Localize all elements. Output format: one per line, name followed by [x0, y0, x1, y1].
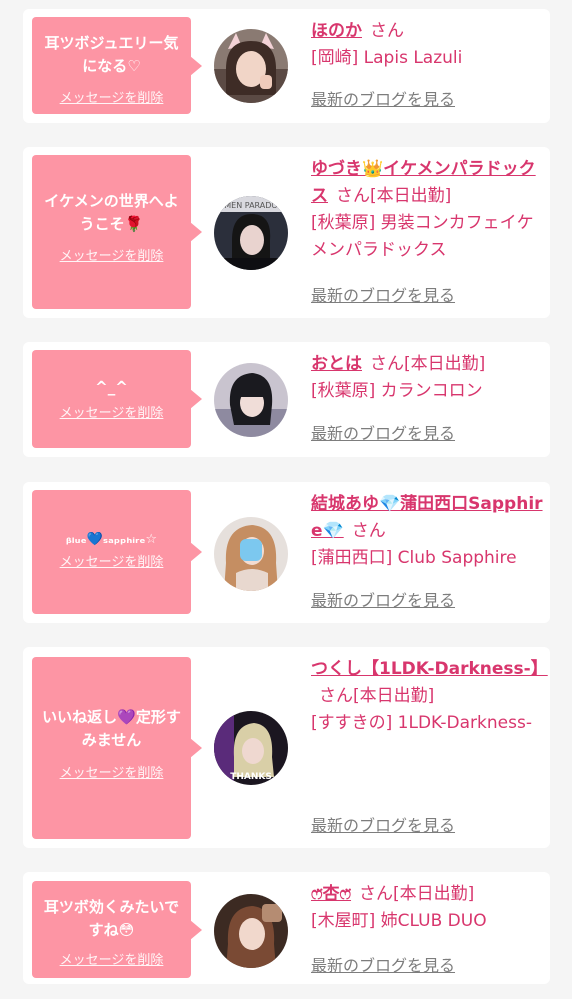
- message-text: ᵦₗᵤₑ💙ₛₐₚₚₕᵢᵣₑ☆: [65, 532, 158, 547]
- cast-info: 結城あゆ💎蒲田西口Sapphire💎 さん [蒲田西口] Club Sapphir…: [311, 491, 543, 572]
- latest-blog-link[interactable]: 最新のブログを見る: [311, 955, 455, 977]
- shop-area: [すすきの] 1LDK-Darkness-: [311, 713, 532, 733]
- delete-message-link[interactable]: メッセージを削除: [60, 952, 164, 970]
- message-text: いいね返し💜定形すみません: [42, 708, 181, 749]
- name-line: おとは さん[本日出勤]: [311, 351, 543, 378]
- honorific: さん: [319, 686, 353, 706]
- attendance-status: [本日出勤]: [370, 186, 452, 206]
- message-card: 耳ツボジュエリー気になる♡ メッセージを削除 ほのか さん [岡崎] Lapis …: [23, 9, 550, 123]
- message-bubble: 耳ツボ効くみたいですね😳 メッセージを削除: [32, 881, 202, 978]
- name-line: ほのか さん: [311, 18, 543, 45]
- message-text: イケメンの世界へようこそ🌹: [44, 192, 179, 233]
- latest-blog-link[interactable]: 最新のブログを見る: [311, 89, 455, 111]
- cast-name-link[interactable]: ෆ̈杏ෆ̈: [311, 884, 351, 904]
- name-line: つくし【1LDK-Darkness-】さん[本日出勤]: [311, 656, 548, 710]
- message-bubble: ᵦₗᵤₑ💙ₛₐₚₚₕᵢᵣₑ☆ メッセージを削除: [32, 490, 202, 614]
- message-card: いいね返し💜定形すみません メッセージを削除 THANKS つくし【1LDK-D…: [23, 647, 550, 848]
- message-card: イケメンの世界へようこそ🌹 メッセージを削除 MEN PARADO ゆづき👑イケ…: [23, 147, 550, 318]
- message-text: 耳ツボ効くみたいですね😳: [43, 898, 180, 939]
- cast-info: ෆ̈杏ෆ̈ さん[本日出勤] [木屋町] 姉CLUB DUO: [311, 881, 543, 935]
- message-list: 耳ツボジュエリー気になる♡ メッセージを削除 ほのか さん [岡崎] Lapis …: [0, 0, 572, 999]
- attendance-status: [本日出勤]: [353, 686, 435, 706]
- honorific: さん: [370, 354, 404, 374]
- delete-message-link[interactable]: メッセージを削除: [60, 765, 164, 783]
- message-bubble: 耳ツボジュエリー気になる♡ メッセージを削除: [32, 17, 202, 114]
- message-bubble: いいね返し💜定形すみません メッセージを削除: [32, 657, 202, 839]
- avatar-photo: [214, 29, 288, 103]
- latest-blog-link[interactable]: 最新のブログを見る: [311, 285, 455, 307]
- message-text: 耳ツボジュエリー気になる♡: [44, 34, 179, 75]
- avatar-banner-text: MEN PARADO: [224, 201, 277, 210]
- attendance-status: [本日出勤]: [404, 354, 486, 374]
- latest-blog-link[interactable]: 最新のブログを見る: [311, 815, 455, 837]
- message-card: ᵦₗᵤₑ💙ₛₐₚₚₕᵢᵣₑ☆ メッセージを削除 結城あゆ💎蒲田西口Sapphir…: [23, 482, 550, 623]
- avatar-photo: [214, 894, 288, 968]
- cast-name-link[interactable]: 結城あゆ💎蒲田西口Sapphire💎: [311, 494, 543, 541]
- delete-message-link[interactable]: メッセージを削除: [60, 554, 164, 572]
- message-card: 耳ツボ効くみたいですね😳 メッセージを削除 ෆ̈杏ෆ̈ さん[本日出勤] [木屋町…: [23, 872, 550, 984]
- cast-name-link[interactable]: つくし【1LDK-Darkness-】: [311, 659, 548, 679]
- message-card: ^_^ メッセージを削除 おとは さん[本日出勤] [秋葉原] カランコロン 最新…: [23, 342, 550, 457]
- avatar-photo: [214, 363, 288, 437]
- avatar[interactable]: [214, 29, 288, 103]
- message-bubble: ^_^ メッセージを削除: [32, 350, 202, 448]
- honorific: さん: [351, 521, 386, 541]
- name-line: 結城あゆ💎蒲田西口Sapphire💎 さん: [311, 491, 543, 545]
- shop-area: [秋葉原] カランコロン: [311, 381, 483, 401]
- avatar-photo: MEN PARADO: [214, 196, 288, 270]
- delete-message-link[interactable]: メッセージを削除: [60, 405, 164, 423]
- delete-message-link[interactable]: メッセージを削除: [60, 248, 164, 266]
- cast-info: ほのか さん [岡崎] Lapis Lazuli: [311, 18, 543, 72]
- delete-message-link[interactable]: メッセージを削除: [60, 90, 164, 108]
- avatar[interactable]: MEN PARADO: [214, 196, 288, 270]
- avatar[interactable]: [214, 517, 288, 591]
- avatar[interactable]: [214, 894, 288, 968]
- avatar[interactable]: THANKS: [214, 711, 288, 785]
- cast-info: おとは さん[本日出勤] [秋葉原] カランコロン: [311, 351, 543, 405]
- message-bubble: イケメンの世界へようこそ🌹 メッセージを削除: [32, 155, 202, 309]
- avatar[interactable]: [214, 363, 288, 437]
- honorific: さん: [359, 884, 394, 904]
- attendance-status: [本日出勤]: [393, 884, 475, 904]
- cast-info: つくし【1LDK-Darkness-】さん[本日出勤] [すすきの] 1LDK-…: [311, 656, 548, 737]
- shop-area: [岡崎] Lapis Lazuli: [311, 48, 463, 68]
- name-line: ゆづき👑イケメンパラドックス さん[本日出勤]: [311, 156, 543, 210]
- honorific: さん: [370, 21, 404, 41]
- latest-blog-link[interactable]: 最新のブログを見る: [311, 590, 455, 612]
- shop-area: [蒲田西口] Club Sapphire: [311, 548, 517, 568]
- shop-area: [木屋町] 姉CLUB DUO: [311, 911, 487, 931]
- shop-area: [秋葉原] 男装コンカフェイケメンパラドックス: [311, 213, 534, 260]
- latest-blog-link[interactable]: 最新のブログを見る: [311, 423, 455, 445]
- avatar-caption-text: THANKS: [230, 772, 272, 782]
- name-line: ෆ̈杏ෆ̈ さん[本日出勤]: [311, 881, 543, 908]
- honorific: さん: [336, 186, 370, 206]
- avatar-photo: THANKS: [214, 711, 288, 785]
- cast-name-link[interactable]: ほのか: [311, 21, 362, 41]
- cast-name-link[interactable]: おとは: [311, 354, 362, 374]
- cast-info: ゆづき👑イケメンパラドックス さん[本日出勤] [秋葉原] 男装コンカフェイケメン…: [311, 156, 543, 264]
- avatar-photo: [214, 517, 288, 591]
- message-text: ^_^: [95, 378, 128, 396]
